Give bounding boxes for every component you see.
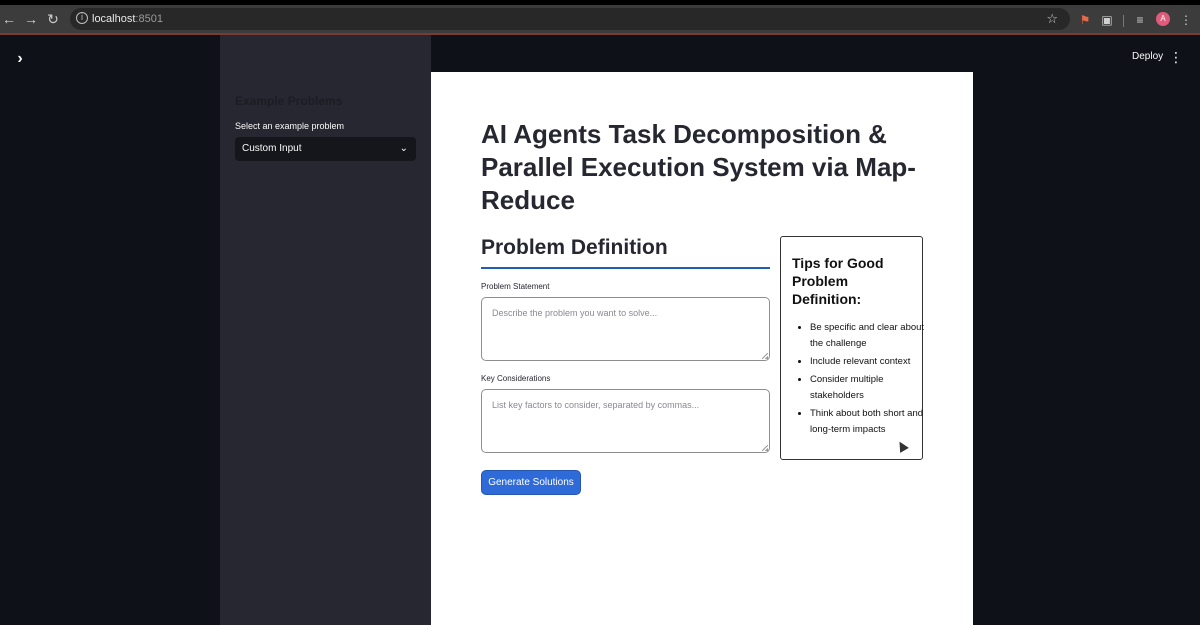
- app-container: › Deploy ⋮ Example Problems Select an ex…: [0, 35, 1200, 625]
- chevron-down-icon: ⌄: [399, 143, 408, 154]
- problem-statement-input[interactable]: [481, 297, 770, 361]
- key-considerations-label: Key Considerations: [481, 374, 551, 383]
- tip-item: Be specific and clear about the challeng…: [810, 320, 936, 352]
- media-controls-icon[interactable]: ≡: [1133, 13, 1147, 27]
- url-host: localhost: [92, 13, 136, 25]
- reload-icon[interactable]: ↻: [44, 10, 62, 28]
- browser-menu-icon[interactable]: ⋮: [1179, 13, 1193, 27]
- tip-item: Consider multiple stakeholders: [810, 372, 936, 404]
- section-divider: [481, 267, 770, 269]
- example-problem-select[interactable]: Custom Input ⌄: [235, 137, 416, 161]
- bookmark-star-icon[interactable]: ☆: [1046, 8, 1058, 30]
- sidebar: Example Problems Select an example probl…: [220, 35, 431, 625]
- key-considerations-input[interactable]: [481, 389, 770, 453]
- tip-item: Include relevant context: [810, 354, 936, 370]
- resize-handle-icon[interactable]: [762, 445, 768, 451]
- forward-icon[interactable]: →: [22, 10, 40, 28]
- tips-title: Tips for Good Problem Definition:: [792, 255, 884, 307]
- extension-icon[interactable]: ⚑: [1078, 13, 1092, 27]
- expand-sidebar-chevron-icon[interactable]: ›: [13, 51, 27, 67]
- select-value: Custom Input: [242, 143, 302, 154]
- profile-avatar[interactable]: A: [1156, 12, 1170, 26]
- main-menu-icon[interactable]: ⋮: [1169, 48, 1183, 66]
- toolbar-separator: [1123, 15, 1124, 27]
- sidebar-title: Example Problems: [235, 94, 343, 108]
- tips-list: Be specific and clear about the challeng…: [792, 320, 936, 440]
- url-port: :8501: [135, 13, 163, 25]
- resize-handle-icon[interactable]: [762, 353, 768, 359]
- back-icon[interactable]: ←: [0, 10, 18, 28]
- address-bar[interactable]: i localhost:8501 ☆: [70, 8, 1070, 30]
- select-label: Select an example problem: [235, 121, 345, 131]
- problem-statement-label: Problem Statement: [481, 282, 550, 291]
- page-title: AI Agents Task Decomposition & Parallel …: [481, 119, 916, 215]
- tip-item: Think about both short and long-term imp…: [810, 406, 936, 438]
- browser-toolbar: ← → ↻ i localhost:8501 ☆ ⚑ ▣ ≡ A ⋮: [0, 5, 1200, 33]
- deploy-button[interactable]: Deploy: [1126, 48, 1169, 66]
- site-info-icon[interactable]: i: [76, 12, 88, 24]
- section-title: Problem Definition: [481, 236, 668, 259]
- tips-box: Tips for Good Problem Definition: Be spe…: [780, 236, 924, 460]
- main-content: AI Agents Task Decomposition & Parallel …: [431, 72, 973, 625]
- generate-solutions-button[interactable]: Generate Solutions: [481, 470, 581, 495]
- extensions-puzzle-icon[interactable]: ▣: [1100, 13, 1114, 27]
- url-text[interactable]: localhost:8501: [92, 8, 163, 30]
